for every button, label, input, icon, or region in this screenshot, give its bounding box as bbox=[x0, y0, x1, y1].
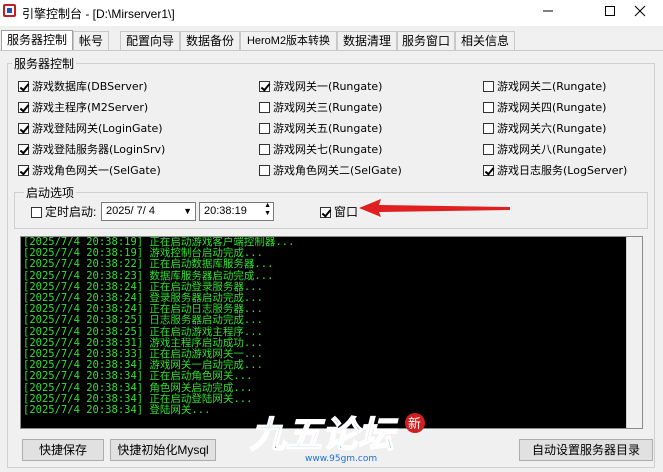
checkbox-label: 游戏主程序(M2Server) bbox=[32, 101, 149, 114]
log-scrollbar[interactable] bbox=[626, 237, 642, 428]
checkbox-box bbox=[259, 123, 270, 134]
log-line: [2025/7/4 20:38:25] 日志服务器启动完成... bbox=[23, 314, 263, 327]
server-checkbox[interactable]: 游戏主程序(M2Server) bbox=[18, 100, 148, 116]
server-checkbox[interactable]: 游戏网关七(Rungate) bbox=[259, 142, 382, 158]
server-checkbox[interactable]: 游戏网关二(Rungate) bbox=[483, 79, 606, 95]
server-checkbox[interactable]: 游戏网关六(Rungate) bbox=[483, 121, 606, 137]
quick-init-mysql-button[interactable]: 快捷初始化Mysql bbox=[110, 439, 216, 461]
window-title: 引擎控制台 - [D:\Mirserver1\] bbox=[22, 7, 175, 21]
checkbox-box bbox=[18, 144, 29, 155]
checkbox-label: 游戏网关三(Rungate) bbox=[273, 101, 383, 114]
server-checkbox[interactable]: 游戏网关一(Rungate) bbox=[259, 79, 382, 95]
svg-text:www.95gm.com: www.95gm.com bbox=[305, 454, 377, 464]
tab-server-control[interactable]: 服务器控制 bbox=[1, 30, 73, 51]
log-line: [2025/7/4 20:38:34] 正在启动角色网关... bbox=[23, 370, 253, 383]
checkbox-label: 游戏日志服务(LogServer) bbox=[497, 164, 628, 177]
svg-text:九五论坛: 九五论坛 bbox=[250, 415, 398, 456]
checkbox-box bbox=[259, 81, 270, 92]
checkbox-box bbox=[18, 165, 29, 176]
red-arrow-annotation bbox=[359, 199, 510, 217]
time-value: 20:38:19 bbox=[204, 205, 247, 217]
title-bar: 引擎控制台 - [D:\Mirserver1\] bbox=[0, 0, 663, 26]
timed-start-box bbox=[31, 207, 42, 218]
server-checkbox[interactable]: 游戏网关八(Rungate) bbox=[483, 142, 606, 158]
minimize-icon bbox=[543, 10, 553, 12]
checkbox-label: 游戏网关四(Rungate) bbox=[497, 101, 607, 114]
checkbox-box bbox=[483, 102, 494, 113]
log-line: [2025/7/4 20:38:22] 正在启动数据库服务器... bbox=[23, 258, 274, 271]
checkbox-box bbox=[18, 123, 29, 134]
spin-icon[interactable]: ▲ ▼ bbox=[264, 202, 271, 218]
checkbox-box bbox=[483, 123, 494, 134]
server-control-group-label: 服务器控制 bbox=[12, 55, 77, 72]
checkbox-label: 游戏角色网关二(SelGate) bbox=[273, 164, 402, 177]
server-checkbox[interactable]: 游戏数据库(DBServer) bbox=[18, 79, 147, 95]
tab-data-cleanup[interactable]: 数据清理 bbox=[337, 31, 397, 50]
checkbox-box bbox=[259, 144, 270, 155]
server-checkbox[interactable]: 游戏角色网关一(SelGate) bbox=[18, 163, 161, 179]
checkbox-box bbox=[483, 81, 494, 92]
tab-account[interactable]: 帐号 bbox=[73, 31, 109, 50]
close-button[interactable] bbox=[617, 0, 663, 26]
checkbox-label: 游戏登陆服务器(LoginSrv) bbox=[32, 143, 166, 156]
server-checkbox[interactable]: 游戏日志服务(LogServer) bbox=[483, 163, 627, 179]
tab-divider bbox=[0, 50, 663, 51]
checkbox-label: 游戏网关一(Rungate) bbox=[273, 80, 383, 93]
watermark-logo: 九五论坛 新 www.95gm.com bbox=[245, 405, 430, 465]
close-icon bbox=[634, 5, 646, 17]
chevron-down-icon[interactable]: ▼ bbox=[183, 203, 192, 220]
maximize-icon bbox=[605, 6, 615, 16]
tab-service-window[interactable]: 服务窗口 bbox=[397, 31, 455, 50]
time-picker[interactable]: 20:38:19 ▲ ▼ bbox=[199, 202, 274, 221]
server-checkbox[interactable]: 游戏网关三(Rungate) bbox=[259, 100, 382, 116]
svg-text:新: 新 bbox=[408, 416, 421, 432]
tab-related-info[interactable]: 相关信息 bbox=[455, 31, 515, 50]
checkbox-label: 游戏网关五(Rungate) bbox=[273, 122, 383, 135]
checkbox-label: 游戏网关八(Rungate) bbox=[497, 143, 607, 156]
server-checkbox[interactable]: 游戏登陆网关(LoginGate) bbox=[18, 121, 163, 137]
checkbox-box bbox=[259, 102, 270, 113]
log-console[interactable]: [2025/7/4 20:38:19] 正在启动游戏客户端控制器... [2025… bbox=[20, 236, 643, 429]
timed-start-label: 定时启动: bbox=[45, 205, 97, 219]
checkbox-box bbox=[18, 81, 29, 92]
tab-config-wizard[interactable]: 配置向导 bbox=[120, 31, 180, 50]
window-option-checkbox[interactable]: 窗口 bbox=[320, 204, 358, 220]
checkbox-box bbox=[18, 102, 29, 113]
minimize-button[interactable] bbox=[525, 0, 571, 26]
start-options-group-label: 启动选项 bbox=[24, 184, 77, 201]
tab-bar: 服务器控制 帐号 配置向导 数据备份 HeroM2版本转换 数据清理 服务窗口 … bbox=[0, 30, 663, 51]
quick-save-button[interactable]: 快捷保存 bbox=[22, 439, 104, 461]
checkbox-box bbox=[483, 144, 494, 155]
checkbox-label: 游戏网关六(Rungate) bbox=[497, 122, 607, 135]
checkbox-label: 游戏角色网关一(SelGate) bbox=[32, 164, 161, 177]
checkbox-label: 游戏网关二(Rungate) bbox=[497, 80, 607, 93]
date-value: 2025/ 7/ 4 bbox=[106, 205, 155, 217]
window-option-box bbox=[320, 207, 331, 218]
checkbox-label: 游戏登陆网关(LoginGate) bbox=[32, 122, 163, 135]
tab-data-backup[interactable]: 数据备份 bbox=[180, 31, 240, 50]
log-lines: [2025/7/4 20:38:19] 正在启动游戏客户端控制器... [2025… bbox=[21, 237, 642, 416]
checkbox-box bbox=[259, 165, 270, 176]
server-checkbox[interactable]: 游戏网关五(Rungate) bbox=[259, 121, 382, 137]
checkbox-box bbox=[483, 165, 494, 176]
checkbox-label: 游戏网关七(Rungate) bbox=[273, 143, 383, 156]
timed-start-checkbox[interactable]: 定时启动: bbox=[31, 204, 96, 220]
auto-set-server-dir-button[interactable]: 自动设置服务器目录 bbox=[519, 439, 653, 461]
date-picker[interactable]: 2025/ 7/ 4 ▼ bbox=[101, 202, 196, 221]
tab-herom2-convert[interactable]: HeroM2版本转换 bbox=[240, 31, 337, 50]
server-checkbox[interactable]: 游戏网关四(Rungate) bbox=[483, 100, 606, 116]
server-checkbox[interactable]: 游戏登陆服务器(LoginSrv) bbox=[18, 142, 165, 158]
app-icon bbox=[3, 4, 16, 17]
server-checkbox[interactable]: 游戏角色网关二(SelGate) bbox=[259, 163, 402, 179]
checkbox-label: 游戏数据库(DBServer) bbox=[32, 80, 148, 93]
